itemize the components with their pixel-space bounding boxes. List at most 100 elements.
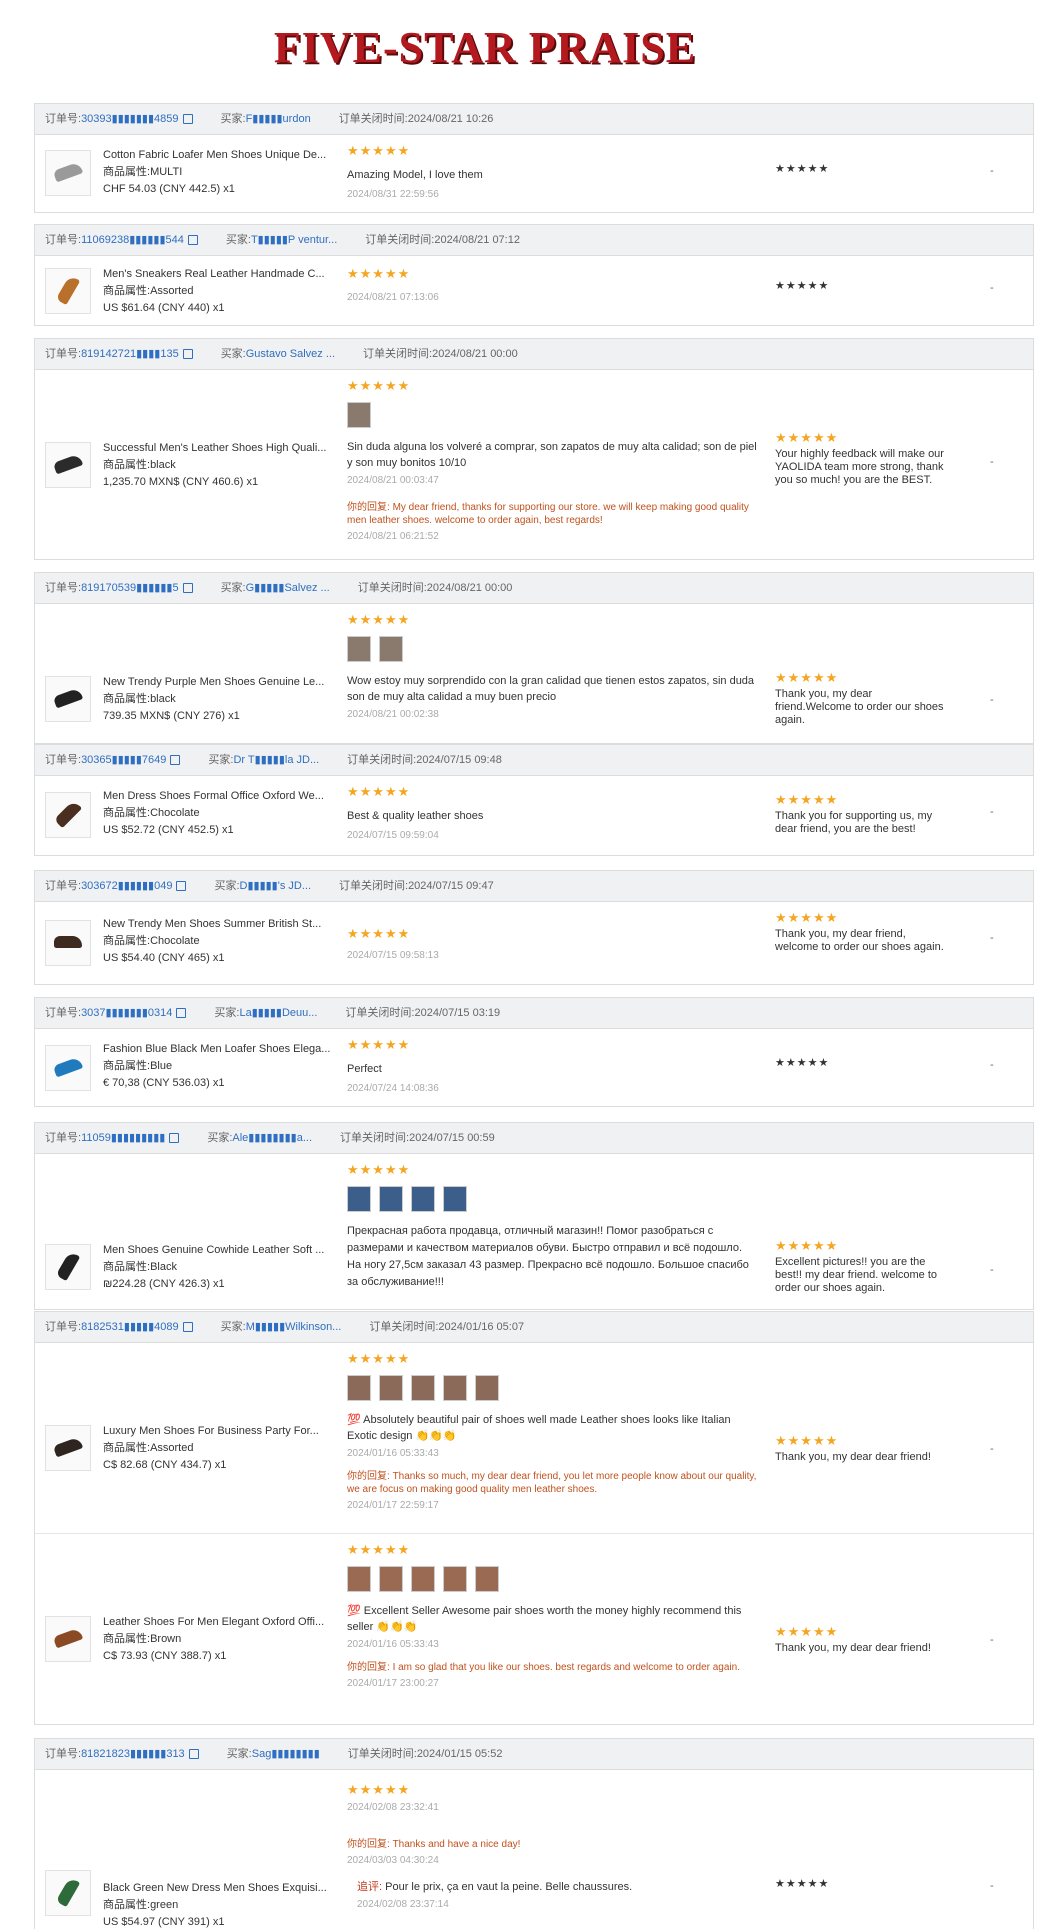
seller-rating-empty: ★★★★★ <box>775 280 830 292</box>
review-photo[interactable] <box>443 1375 467 1401</box>
buyer-link[interactable]: M▮▮▮▮▮Wilkinson... <box>246 1321 342 1333</box>
order-number-link[interactable]: 819142721▮▮▮▮135 <box>81 348 179 360</box>
review-text: Прекрасная работа продавца, отличный маг… <box>347 1225 749 1288</box>
review-photo[interactable] <box>443 1566 467 1592</box>
product-name-link[interactable]: Men Shoes Genuine Cowhide Leather Soft .… <box>103 1242 333 1259</box>
product-thumbnail[interactable] <box>45 1045 91 1091</box>
review-photo[interactable] <box>411 1375 435 1401</box>
product-thumbnail[interactable] <box>45 442 91 488</box>
order-item: Men Shoes Genuine Cowhide Leather Soft .… <box>35 1154 1033 1308</box>
review-photo[interactable] <box>475 1375 499 1401</box>
copy-icon[interactable] <box>182 583 193 594</box>
order-header: 订单号:81821823▮▮▮▮▮▮313 买家:Sag▮▮▮▮▮▮▮▮ 订单关闭时… <box>35 1739 1033 1770</box>
order-number-link[interactable]: 3037▮▮▮▮▮▮▮0314 <box>81 1007 172 1019</box>
order-item: Luxury Men Shoes For Business Party For.… <box>35 1343 1033 1534</box>
product-name-link[interactable]: New Trendy Purple Men Shoes Genuine Le..… <box>103 674 333 691</box>
review-photo[interactable] <box>411 1566 435 1592</box>
product-thumbnail[interactable] <box>45 1425 91 1471</box>
product-name-link[interactable]: Luxury Men Shoes For Business Party For.… <box>103 1423 333 1440</box>
copy-icon[interactable] <box>182 114 193 125</box>
order-item: Fashion Blue Black Men Loafer Shoes Eleg… <box>35 1029 1033 1105</box>
order-number-link[interactable]: 819170539▮▮▮▮▮▮5 <box>81 582 179 594</box>
product-thumbnail[interactable] <box>45 676 91 722</box>
review-photo[interactable] <box>443 1186 467 1212</box>
product-name-link[interactable]: New Trendy Men Shoes Summer British St..… <box>103 916 333 933</box>
order-item: Black Green New Dress Men Shoes Exquisi.… <box>35 1770 1033 1928</box>
product-name-link[interactable]: Fashion Blue Black Men Loafer Shoes Eleg… <box>103 1041 333 1058</box>
copy-icon[interactable] <box>170 755 181 766</box>
copy-icon[interactable] <box>176 881 187 892</box>
buyer-link[interactable]: Dr T▮▮▮▮▮la JD... <box>233 754 319 766</box>
feedback-text: Thank you, my dear dear friend! <box>775 1451 931 1463</box>
review-photo[interactable] <box>347 1375 371 1401</box>
copy-icon[interactable] <box>182 349 193 360</box>
product-thumbnail[interactable] <box>45 920 91 966</box>
review-photos[interactable] <box>347 1375 757 1406</box>
product-name-link[interactable]: Leather Shoes For Men Elegant Oxford Off… <box>103 1614 333 1631</box>
seller-feedback: ★★★★★ Thank you, my dear dear friend! <box>775 1433 945 1464</box>
buyer-link[interactable]: F▮▮▮▮▮urdon <box>246 113 311 125</box>
closed-time: 2024/07/15 09:47 <box>408 880 494 892</box>
copy-icon[interactable] <box>187 235 198 246</box>
rating-stars: ★★★★★ <box>775 1238 839 1253</box>
order-header: 订单号:30393▮▮▮▮▮▮▮4859 买家:F▮▮▮▮▮urdon 订单关闭时间… <box>35 104 1033 135</box>
buyer-link[interactable]: Ale▮▮▮▮▮▮▮▮a... <box>232 1132 312 1144</box>
seller-feedback: ★★★★★ Thank you, my dear friend, welcome… <box>775 910 945 954</box>
buyer-link[interactable]: T▮▮▮▮▮P ventur... <box>251 234 337 246</box>
review-date: 2024/01/16 05:33:43 <box>347 1448 439 1459</box>
copy-icon[interactable] <box>188 1749 199 1760</box>
review-photo[interactable] <box>379 1186 403 1212</box>
review-photos[interactable] <box>347 402 757 433</box>
buyer-link[interactable]: Gustavo Salvez ... <box>246 348 335 360</box>
feedback-text: Thank you, my dear friend, welcome to or… <box>775 928 944 953</box>
product-attribute: Assorted <box>150 1442 194 1454</box>
review-photo[interactable] <box>379 1375 403 1401</box>
product-name-link[interactable]: Men Dress Shoes Formal Office Oxford We.… <box>103 788 333 805</box>
product-thumbnail[interactable] <box>45 1616 91 1662</box>
product-name-link[interactable]: Black Green New Dress Men Shoes Exquisi.… <box>103 1880 333 1897</box>
order-number-link[interactable]: 11069238▮▮▮▮▮▮544 <box>81 234 184 246</box>
product-thumbnail[interactable] <box>45 1244 91 1290</box>
review-photo[interactable] <box>475 1566 499 1592</box>
review-photo[interactable] <box>347 636 371 662</box>
seller-rating-empty: ★★★★★ <box>775 163 830 175</box>
copy-icon[interactable] <box>182 1322 193 1333</box>
review-date: 2024/07/15 09:58:13 <box>347 950 439 961</box>
copy-icon[interactable] <box>176 1008 187 1019</box>
order-number-link[interactable]: 81821823▮▮▮▮▮▮313 <box>81 1748 185 1760</box>
product-thumbnail[interactable] <box>45 150 91 196</box>
reply-date: 2024/08/21 06:21:52 <box>347 531 439 542</box>
order-number-link[interactable]: 11059▮▮▮▮▮▮▮▮▮ <box>81 1132 165 1144</box>
review-photos[interactable] <box>347 636 757 667</box>
seller-reply: 你的回复: I am so glad that you like our sho… <box>347 1662 740 1673</box>
buyer-link[interactable]: Sag▮▮▮▮▮▮▮▮ <box>252 1748 320 1760</box>
copy-icon[interactable] <box>169 1133 180 1144</box>
review-photo[interactable] <box>347 1186 371 1212</box>
order-number-link[interactable]: 303672▮▮▮▮▮▮049 <box>81 880 172 892</box>
seller-feedback: ★★★★★ Excellent pictures!! you are the b… <box>775 1238 945 1295</box>
product-thumbnail[interactable] <box>45 1870 91 1916</box>
product-name-link[interactable]: Men's Sneakers Real Leather Handmade C..… <box>103 266 333 283</box>
feedback-text: Your highly feedback will make our YAOLI… <box>775 448 944 486</box>
order-item: New Trendy Men Shoes Summer British St..… <box>35 902 1033 983</box>
review-photo[interactable] <box>347 402 371 428</box>
order-number-link[interactable]: 30365▮▮▮▮▮7649 <box>81 754 166 766</box>
buyer-link[interactable]: G▮▮▮▮▮Salvez ... <box>246 582 330 594</box>
product-thumbnail[interactable] <box>45 792 91 838</box>
buyer-link[interactable]: D▮▮▮▮▮'s JD... <box>240 880 311 892</box>
order-number-link[interactable]: 30393▮▮▮▮▮▮▮4859 <box>81 113 178 125</box>
buyer-link[interactable]: La▮▮▮▮▮Deuu... <box>239 1007 317 1019</box>
seller-feedback: ★★★★★ Your highly feedback will make our… <box>775 430 945 487</box>
product-thumbnail[interactable] <box>45 268 91 314</box>
review-photo[interactable] <box>379 636 403 662</box>
review-photos[interactable] <box>347 1566 757 1597</box>
review-photo[interactable] <box>347 1566 371 1592</box>
order-number-link[interactable]: 8182531▮▮▮▮▮4089 <box>81 1321 179 1333</box>
order-card: 订单号:30393▮▮▮▮▮▮▮4859 买家:F▮▮▮▮▮urdon 订单关闭时间… <box>34 103 1034 213</box>
seller-reply: 你的回复: My dear friend, thanks for support… <box>347 502 749 526</box>
product-name-link[interactable]: Cotton Fabric Loafer Men Shoes Unique De… <box>103 147 333 164</box>
review-photo[interactable] <box>379 1566 403 1592</box>
review-photo[interactable] <box>411 1186 435 1212</box>
product-name-link[interactable]: Successful Men's Leather Shoes High Qual… <box>103 440 333 457</box>
review-photos[interactable] <box>347 1186 757 1217</box>
